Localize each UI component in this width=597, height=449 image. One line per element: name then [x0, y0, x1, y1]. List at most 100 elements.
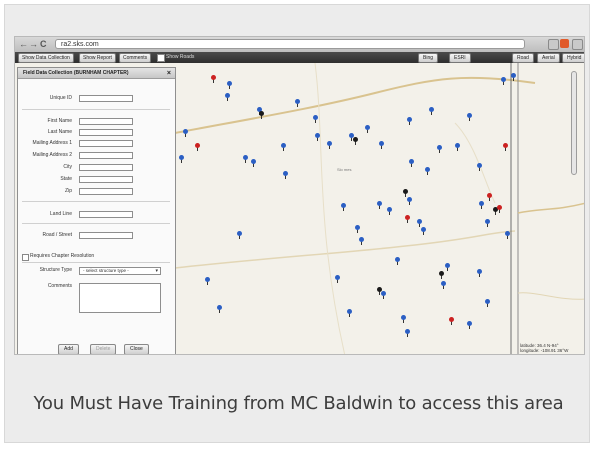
window-close-icon[interactable] — [560, 39, 569, 48]
requires-chapter-resolution-checkbox[interactable] — [22, 254, 29, 261]
pin-head — [259, 111, 264, 116]
pin-head — [439, 271, 444, 276]
pin-head — [243, 155, 248, 160]
pin-head — [227, 81, 232, 86]
add-button[interactable]: Add — [58, 344, 79, 354]
pin-head — [403, 189, 408, 194]
state-field[interactable] — [79, 176, 133, 183]
structure-type-label: Structure Type — [39, 267, 72, 273]
pin-head — [497, 205, 502, 210]
pin-head — [449, 317, 454, 322]
pin-head — [183, 129, 188, 134]
unique-id-label: Unique ID — [49, 95, 72, 101]
pin-head — [407, 197, 412, 202]
pin-head — [217, 305, 222, 310]
mailing-address-2-label: Mailing Address 2 — [32, 152, 72, 158]
window-minimize-icon[interactable] — [548, 39, 559, 50]
delete-button[interactable]: Delete — [90, 344, 117, 354]
pin-head — [179, 155, 184, 160]
first-name-field[interactable] — [79, 118, 133, 125]
map-place-label: Slo mes — [337, 167, 352, 172]
pin-head — [359, 237, 364, 242]
pin-head — [467, 113, 472, 118]
bing-button[interactable]: Bing — [418, 53, 439, 63]
divider — [22, 109, 170, 110]
pin-head — [315, 133, 320, 138]
hybrid-button[interactable]: Hybrid — [562, 53, 584, 63]
pin-head — [395, 257, 400, 262]
pin-head — [355, 225, 360, 230]
requires-chapter-resolution-label: Requires Chapter Resolution — [30, 253, 95, 259]
chevron-down-icon: ▾ — [155, 268, 158, 274]
pin-head — [485, 219, 490, 224]
pin-head — [195, 143, 200, 148]
land-line-label: Land Line — [50, 211, 72, 217]
state-label: State — [60, 176, 72, 182]
road-button[interactable]: Road — [512, 53, 534, 63]
pin-head — [421, 227, 426, 232]
pin-head — [327, 141, 332, 146]
structure-type-select[interactable]: - select structure type - ▾ — [79, 267, 161, 275]
show-roads-checkbox[interactable] — [157, 54, 165, 62]
city-label: City — [63, 164, 72, 170]
pin-head — [347, 309, 352, 314]
first-name-label: First Name — [47, 118, 72, 124]
address-bar[interactable]: ra2.sks.com — [55, 39, 525, 49]
back-arrow-icon[interactable]: ← — [19, 39, 28, 50]
last-name-label: Last Name — [47, 129, 72, 135]
pin-head — [441, 281, 446, 286]
browser-window: ← → C ra2.sks.com Show Data Collection S… — [14, 36, 585, 355]
divider — [22, 223, 170, 224]
forward-arrow-icon[interactable]: → — [29, 39, 38, 50]
pin-head — [467, 321, 472, 326]
mailing-address-1-label: Mailing Address 1 — [32, 140, 72, 146]
mailing-address-2-field[interactable] — [79, 152, 133, 159]
pin-head — [405, 215, 410, 220]
pin-head — [341, 203, 346, 208]
zip-label: Zip — [65, 188, 72, 194]
comments-textarea[interactable] — [79, 283, 161, 313]
pin-head — [251, 159, 256, 164]
comments-button[interactable]: Comments — [119, 53, 152, 63]
pin-head — [283, 171, 288, 176]
pin-head — [225, 93, 230, 98]
city-field[interactable] — [79, 164, 133, 171]
zoom-slider-icon[interactable] — [571, 71, 577, 175]
mailing-address-1-field[interactable] — [79, 140, 133, 147]
reload-icon[interactable]: C — [40, 39, 47, 50]
pin-head — [295, 99, 300, 104]
unique-id-field[interactable] — [79, 95, 133, 102]
pin-head — [379, 141, 384, 146]
pin-head — [365, 125, 370, 130]
pin-head — [211, 75, 216, 80]
show-report-button[interactable]: Show Report — [79, 53, 116, 63]
pin-head — [335, 275, 340, 280]
close-button[interactable]: Close — [124, 344, 149, 354]
pin-head — [511, 73, 516, 78]
pin-head — [281, 143, 286, 148]
aerial-button[interactable]: Aerial — [537, 53, 560, 63]
divider — [22, 201, 170, 202]
pin-head — [381, 291, 386, 296]
pin-head — [409, 159, 414, 164]
show-data-collection-button[interactable]: Show Data Collection — [18, 53, 74, 63]
zip-field[interactable] — [79, 188, 133, 195]
pin-head — [417, 219, 422, 224]
panel-title: Field Data Collection (BURNHAM CHAPTER) — [18, 68, 175, 79]
last-name-field[interactable] — [79, 129, 133, 136]
window-menu-icon[interactable] — [572, 39, 583, 50]
pin-head — [407, 117, 412, 122]
pin-head — [505, 231, 510, 236]
road-street-field[interactable] — [79, 232, 133, 239]
app-toolbar: Show Data Collection Show Report Comment… — [15, 52, 584, 63]
close-icon[interactable]: × — [167, 68, 171, 79]
pin-head — [477, 163, 482, 168]
browser-titlebar: ← → C ra2.sks.com — [15, 37, 584, 53]
coordinates-readout: latitude: 36.4 N-94° longitude: -108.91 … — [520, 343, 569, 353]
structure-type-value: - select structure type - — [83, 268, 129, 273]
esri-button[interactable]: ESRI — [449, 53, 471, 63]
pin-head — [377, 201, 382, 206]
field-data-collection-panel: Field Data Collection (BURNHAM CHAPTER) … — [17, 67, 176, 354]
land-line-field[interactable] — [79, 211, 133, 218]
pin-head — [437, 145, 442, 150]
